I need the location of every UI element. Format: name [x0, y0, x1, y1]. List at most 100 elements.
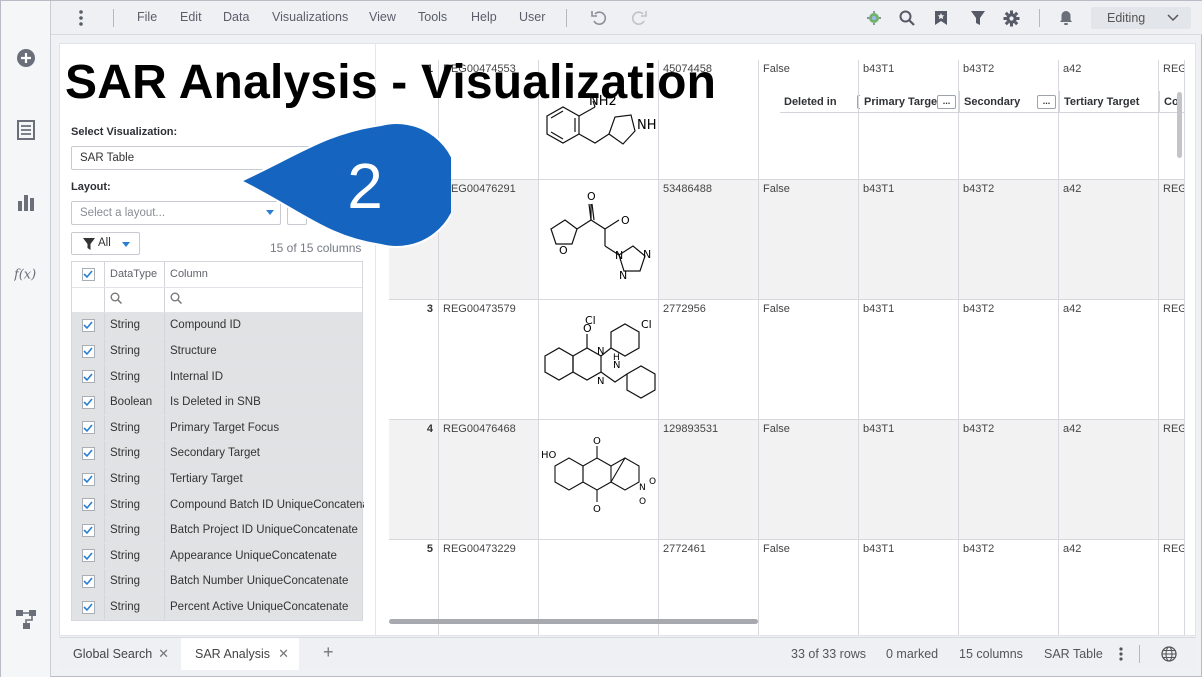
- secondary-target-cell: b43T2: [959, 540, 1059, 635]
- column-name: Compound ID: [170, 319, 241, 332]
- filter-label: All: [98, 237, 111, 249]
- bar-chart-icon[interactable]: [14, 190, 38, 214]
- data-flow-icon[interactable]: [14, 607, 38, 631]
- column-checkbox[interactable]: [81, 574, 95, 588]
- table-row[interactable]: 4 REG00476468 HO O O N O O 129893531 False…: [389, 420, 1185, 540]
- function-icon[interactable]: f(x): [14, 262, 38, 286]
- column-header[interactable]: Column: [170, 268, 208, 280]
- horizontal-scrollbar[interactable]: [389, 619, 758, 624]
- column-datatype: String: [110, 575, 141, 588]
- add-icon[interactable]: [14, 46, 38, 70]
- mode-dropdown[interactable]: Editing: [1091, 7, 1191, 29]
- column-checkbox[interactable]: [81, 472, 95, 486]
- mode-label: Editing: [1107, 11, 1146, 25]
- column-checkbox[interactable]: [81, 523, 95, 537]
- search-icon[interactable]: [170, 292, 183, 307]
- menu-edit[interactable]: Edit: [180, 10, 202, 24]
- menu-data[interactable]: Data: [223, 10, 249, 24]
- column-checkbox[interactable]: [81, 395, 95, 409]
- menu-view[interactable]: View: [369, 10, 396, 24]
- column-name: Appearance UniqueConcatenate: [170, 549, 337, 562]
- column-checkbox[interactable]: [81, 344, 95, 358]
- compound-cell: REG: [1159, 420, 1185, 539]
- search-icon[interactable]: [110, 292, 123, 307]
- undo-icon[interactable]: [589, 8, 609, 28]
- column-list-item[interactable]: String Appearance UniqueConcatenate: [72, 543, 362, 570]
- column-list-item[interactable]: String Compound ID: [72, 313, 362, 339]
- column-datatype: String: [110, 601, 141, 614]
- column-datatype: String: [110, 319, 141, 332]
- ai-recommendations-icon[interactable]: [864, 8, 884, 28]
- kebab-menu-icon[interactable]: [71, 8, 91, 28]
- globe-icon[interactable]: [1159, 644, 1179, 664]
- column-list-item[interactable]: String Primary Target Focus: [72, 415, 362, 442]
- tab-global-search[interactable]: Global Search ✕: [59, 638, 179, 670]
- column-list-item[interactable]: String Percent Active UniqueConcatenate: [72, 594, 362, 621]
- data-table-icon[interactable]: [14, 118, 38, 142]
- column-list-item[interactable]: String Batch Project ID UniqueConcatenate: [72, 517, 362, 544]
- column-list-item[interactable]: String Compound Batch ID UniqueConcatenat…: [72, 492, 364, 518]
- redo-icon[interactable]: [629, 8, 649, 28]
- vertical-scrollbar[interactable]: [1177, 92, 1182, 158]
- column-checkbox[interactable]: [81, 421, 95, 435]
- atom-label: HO: [541, 450, 557, 461]
- internal-id-cell: 129893531: [659, 420, 759, 539]
- column-checkbox[interactable]: [81, 370, 95, 384]
- compound-id-cell: REG00473579: [439, 300, 539, 419]
- atom-label: O: [639, 497, 646, 507]
- separator: [113, 9, 114, 27]
- table-row[interactable]: 3 REG00473579 O Cl Cl N N N H 2772956 Fals…: [389, 300, 1185, 420]
- row-count: 33 of 33 rows: [791, 647, 867, 661]
- select-all-checkbox[interactable]: [81, 267, 95, 281]
- column-list-item[interactable]: String Secondary Target: [72, 441, 362, 467]
- close-icon[interactable]: ✕: [278, 646, 289, 662]
- datatype-filter-button[interactable]: All: [71, 232, 140, 255]
- column-datatype: String: [110, 370, 141, 383]
- column-datatype: String: [110, 345, 141, 358]
- deleted-cell: False: [759, 540, 859, 635]
- add-tab-icon[interactable]: +: [309, 638, 339, 670]
- column-name: Batch Project ID UniqueConcatenate: [170, 524, 358, 537]
- column-list-item[interactable]: String Internal ID: [72, 364, 362, 390]
- column-list-item[interactable]: Boolean Is Deleted in SNB: [72, 389, 362, 416]
- compound-cell: REG: [1159, 540, 1185, 635]
- menu-file[interactable]: File: [137, 10, 157, 24]
- column-checkbox[interactable]: [81, 549, 95, 563]
- search-icon[interactable]: [897, 8, 917, 28]
- menu-visualizations[interactable]: Visualizations: [272, 10, 348, 24]
- column-checkbox[interactable]: [81, 318, 95, 332]
- main-panel: Select Visualization: SAR Table Layout: …: [59, 43, 1196, 636]
- table-row[interactable]: 2REG00476291 O O O N N N 53486488Falseb4…: [389, 180, 1185, 300]
- structure-cell: HO O O N O O: [539, 420, 659, 539]
- deleted-cell: False: [759, 60, 859, 179]
- column-checkbox[interactable]: [81, 600, 95, 614]
- column-list-item[interactable]: String Structure: [72, 338, 362, 365]
- separator: [566, 9, 567, 27]
- tab-sar-analysis[interactable]: SAR Analysis ✕: [181, 638, 299, 670]
- column-checkbox[interactable]: [81, 446, 95, 460]
- filter-icon[interactable]: [968, 8, 988, 28]
- datatype-header[interactable]: DataType: [110, 268, 157, 280]
- separator: [1139, 645, 1140, 663]
- column-list-item[interactable]: String Tertiary Target: [72, 466, 362, 493]
- menu-tools[interactable]: Tools: [418, 10, 447, 24]
- column-datatype: String: [110, 421, 141, 434]
- structure-cell: O Cl Cl N N N H: [539, 300, 659, 419]
- column-list-item[interactable]: String Batch Number UniqueConcatenate: [72, 569, 362, 595]
- visualization-status[interactable]: SAR Table: [1044, 647, 1103, 661]
- notification-bell-icon[interactable]: [1056, 8, 1076, 28]
- deleted-cell: False: [759, 300, 859, 419]
- menu-user[interactable]: User: [519, 10, 545, 24]
- column-name: Is Deleted in SNB: [170, 396, 261, 409]
- atom-label: N: [639, 483, 646, 493]
- layout-label: Layout:: [71, 181, 111, 193]
- column-checkbox[interactable]: [81, 498, 95, 512]
- close-icon[interactable]: ✕: [158, 646, 169, 662]
- gear-icon[interactable]: [1001, 8, 1021, 28]
- menu-help[interactable]: Help: [471, 10, 497, 24]
- caret-down-icon: [122, 242, 130, 247]
- compound-cell: REG: [1159, 300, 1185, 419]
- kebab-menu-icon[interactable]: [1111, 644, 1131, 664]
- bookmark-icon[interactable]: [931, 8, 951, 28]
- column-search-row: [72, 287, 362, 314]
